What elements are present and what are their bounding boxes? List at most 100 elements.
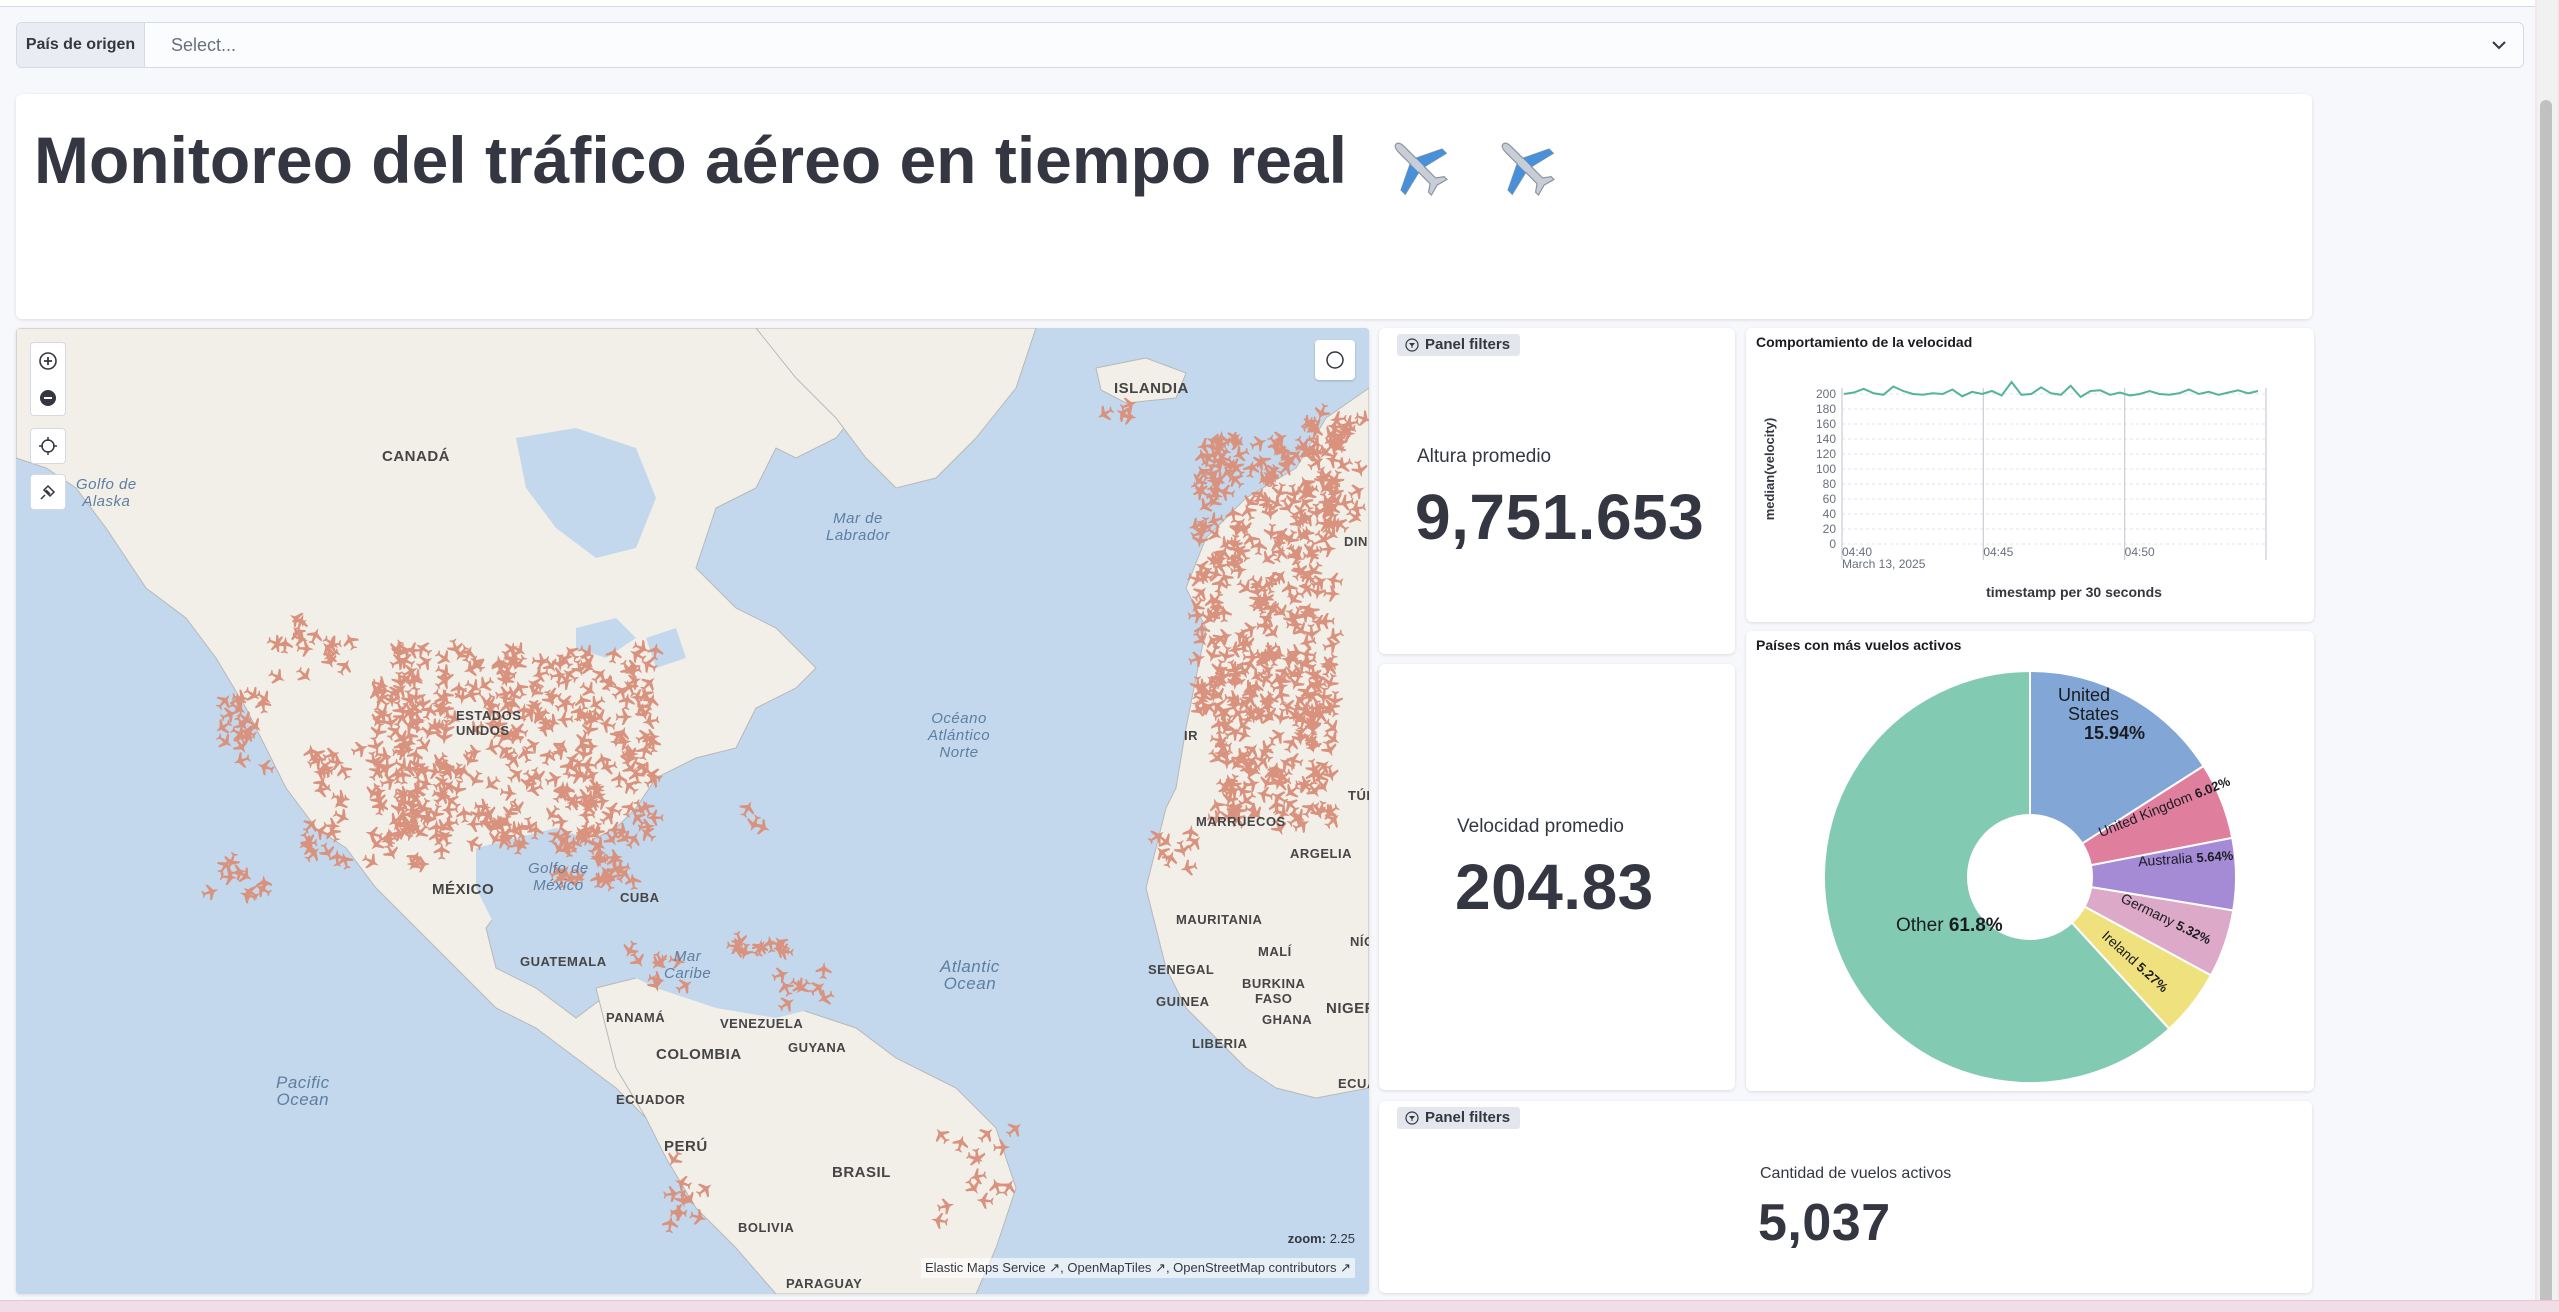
map-attribution: Elastic Maps Service ↗, OpenMapTiles ↗, … <box>920 1258 1355 1278</box>
x-axis-label: timestamp per 30 seconds <box>1986 584 2162 600</box>
panel-filters-badge[interactable]: Panel filters <box>1397 334 1521 356</box>
y-tick-label: 180 <box>1816 402 1836 416</box>
map-label-islandia: ISLANDIA <box>1114 380 1189 397</box>
map-label-canada: CANADÁ <box>382 448 450 465</box>
attribution-osm-link[interactable]: OpenStreetMap contributors <box>1173 1260 1336 1275</box>
map-label-atlantic-ocean: Atlantic Ocean <box>940 957 1000 993</box>
y-tick-label: 0 <box>1829 537 1836 551</box>
map-label-cuba: CUBA <box>620 890 660 905</box>
y-tick-label: 40 <box>1823 507 1837 521</box>
y-tick-label: 160 <box>1816 417 1836 431</box>
map-label-golfo-alaska: Golfo de Alaska <box>76 476 137 510</box>
x-tick-label: 04:50 <box>2125 545 2155 559</box>
y-tick-label: 60 <box>1823 492 1837 506</box>
y-tick-label: 20 <box>1823 522 1837 536</box>
panel-filters-label: Panel filters <box>1425 1109 1511 1126</box>
zoom-readout: zoom: 2.25 <box>1288 1231 1355 1246</box>
panel-filters-badge[interactable]: Panel filters <box>1397 1107 1521 1129</box>
y-tick-label: 100 <box>1816 462 1836 476</box>
map-label-brasil: BRASIL <box>832 1164 891 1181</box>
map-label-burkina: BURKINA FASO <box>1242 976 1306 1006</box>
zoom-controls <box>30 342 66 416</box>
countries-chart-panel: Países con más vuelos activos United Stat… <box>1746 631 2314 1091</box>
title-panel: Monitoreo del tráfico aéreo en tiempo re… <box>16 94 2312 319</box>
scrollbar-thumb[interactable] <box>2540 100 2552 1305</box>
y-tick-label: 80 <box>1823 477 1837 491</box>
speed-line-chart[interactable]: 20018016014012010080604020004:40 04:45 04:… <box>1746 328 2314 622</box>
draw-icon <box>40 484 56 500</box>
minus-icon <box>40 390 56 406</box>
map-label-peru: PERÚ <box>664 1138 708 1155</box>
pie-label: United <box>2058 685 2110 705</box>
pie-slices <box>1823 669 2237 1084</box>
map-label-panama: PANAMÁ <box>606 1010 666 1025</box>
origin-country-filter: País de origen Select... <box>16 22 2524 68</box>
line-chart-plot: 20018016014012010080604020004:40 04:45 04:… <box>1762 380 2267 600</box>
map-label-niger: NÍG <box>1350 934 1369 949</box>
map-label-venezuela: VENEZUELA <box>720 1016 804 1031</box>
map-label-mauritania: MAURITANIA <box>1176 912 1263 927</box>
series-line <box>1843 380 2259 399</box>
x-tick-label: 04:45 <box>1983 545 2013 559</box>
altura-value: 9,751.653 <box>1415 481 1705 553</box>
zoom-label: zoom: <box>1287 1231 1327 1246</box>
bottom-edge <box>0 1300 2559 1312</box>
map-label-guatemala: GUATEMALA <box>520 954 607 969</box>
attribution-openmaptiles-link[interactable]: OpenMapTiles <box>1067 1260 1151 1275</box>
map-label-colombia: COLOMBIA <box>656 1046 742 1063</box>
map-label-din: DIN <box>1344 534 1368 549</box>
map-label-mexico: MÉXICO <box>432 881 495 898</box>
countries-pie-chart[interactable]: UnitedStates15.94%United Kingdom 6.02%Au… <box>1746 631 2314 1091</box>
map-label-mar-caribe: Mar Caribe <box>664 948 712 982</box>
filter-label: País de origen <box>17 23 145 67</box>
map-label-ghana: GHANA <box>1262 1012 1313 1027</box>
filter-icon <box>1405 1111 1419 1125</box>
y-tick-label: 200 <box>1816 387 1836 401</box>
flights-map[interactable]: CANADÁ Golfo de Alaska ISLANDIA Mar de L… <box>16 328 1369 1294</box>
map-label-argelia: ARGELIA <box>1290 846 1352 861</box>
map-label-tur: TÚR <box>1348 788 1369 803</box>
fit-to-data-button[interactable] <box>30 428 66 464</box>
map-label-marruecos: MARRUECOS <box>1196 814 1286 829</box>
page-title: Monitoreo del tráfico aéreo en tiempo re… <box>34 122 1560 201</box>
velocidad-label: Velocidad promedio <box>1457 816 1624 837</box>
plus-icon <box>39 352 57 370</box>
map-label-ecuador: ECUADOR <box>616 1092 686 1107</box>
map-label-ecua: ECUA <box>1338 1076 1369 1091</box>
y-tick-label: 140 <box>1816 432 1836 446</box>
pie-label: States <box>2068 704 2119 724</box>
top-header-strip <box>0 0 2535 7</box>
map-label-liberia: LIBERIA <box>1192 1036 1248 1051</box>
map-label-oceano-atlantico-norte: Océano Atlántico Norte <box>928 710 991 761</box>
select-placeholder: Select... <box>171 35 237 55</box>
panel-filters-label: Panel filters <box>1425 336 1511 353</box>
map-label-senegal: SENEGAL <box>1148 962 1215 977</box>
layers-button[interactable] <box>1315 340 1355 380</box>
map-label-golfo-mexico: Golfo de México <box>528 860 589 894</box>
zoom-out-button[interactable] <box>31 380 65 416</box>
cantidad-value: 5,037 <box>1758 1194 1891 1252</box>
zoom-value: 2.25 <box>1329 1231 1355 1246</box>
crosshair-icon <box>39 437 57 455</box>
page-title-text: Monitoreo del tráfico aéreo en tiempo re… <box>34 123 1347 197</box>
map-label-pacific-ocean: Pacific Ocean <box>276 1073 330 1109</box>
origin-country-select[interactable]: Select... <box>145 23 2523 67</box>
x-date-label: March 13, 2025 <box>1842 557 1926 571</box>
draw-tool-button[interactable] <box>30 474 66 510</box>
altura-promedio-panel: Panel filters Altura promedio 9,751.653 <box>1379 328 1735 654</box>
map-label-irlanda: IR <box>1184 728 1198 743</box>
y-axis-label: median(velocity) <box>1762 418 1777 521</box>
map-label-estados: ESTADOS UNIDOS <box>456 708 522 738</box>
map-label-mali: MALÍ <box>1258 944 1292 959</box>
pie-value-label: 15.94% <box>2084 723 2145 743</box>
velocidad-value: 204.83 <box>1455 851 1654 923</box>
cantidad-label: Cantidad de vuelos activos <box>1760 1165 1952 1182</box>
layers-icon <box>1326 351 1344 369</box>
attribution-ems-link[interactable]: Elastic Maps Service <box>925 1260 1046 1275</box>
cantidad-vuelos-panel: Panel filters Cantidad de vuelos activos… <box>1379 1101 2312 1293</box>
speed-chart-panel: Comportamiento de la velocidad 200 180 160… <box>1746 328 2314 622</box>
zoom-in-button[interactable] <box>31 343 65 379</box>
map-label-guinea: GUINEA <box>1156 994 1210 1009</box>
chevron-down-icon[interactable] <box>2489 35 2509 55</box>
map-label-mar-labrador: Mar de Labrador <box>826 510 891 544</box>
